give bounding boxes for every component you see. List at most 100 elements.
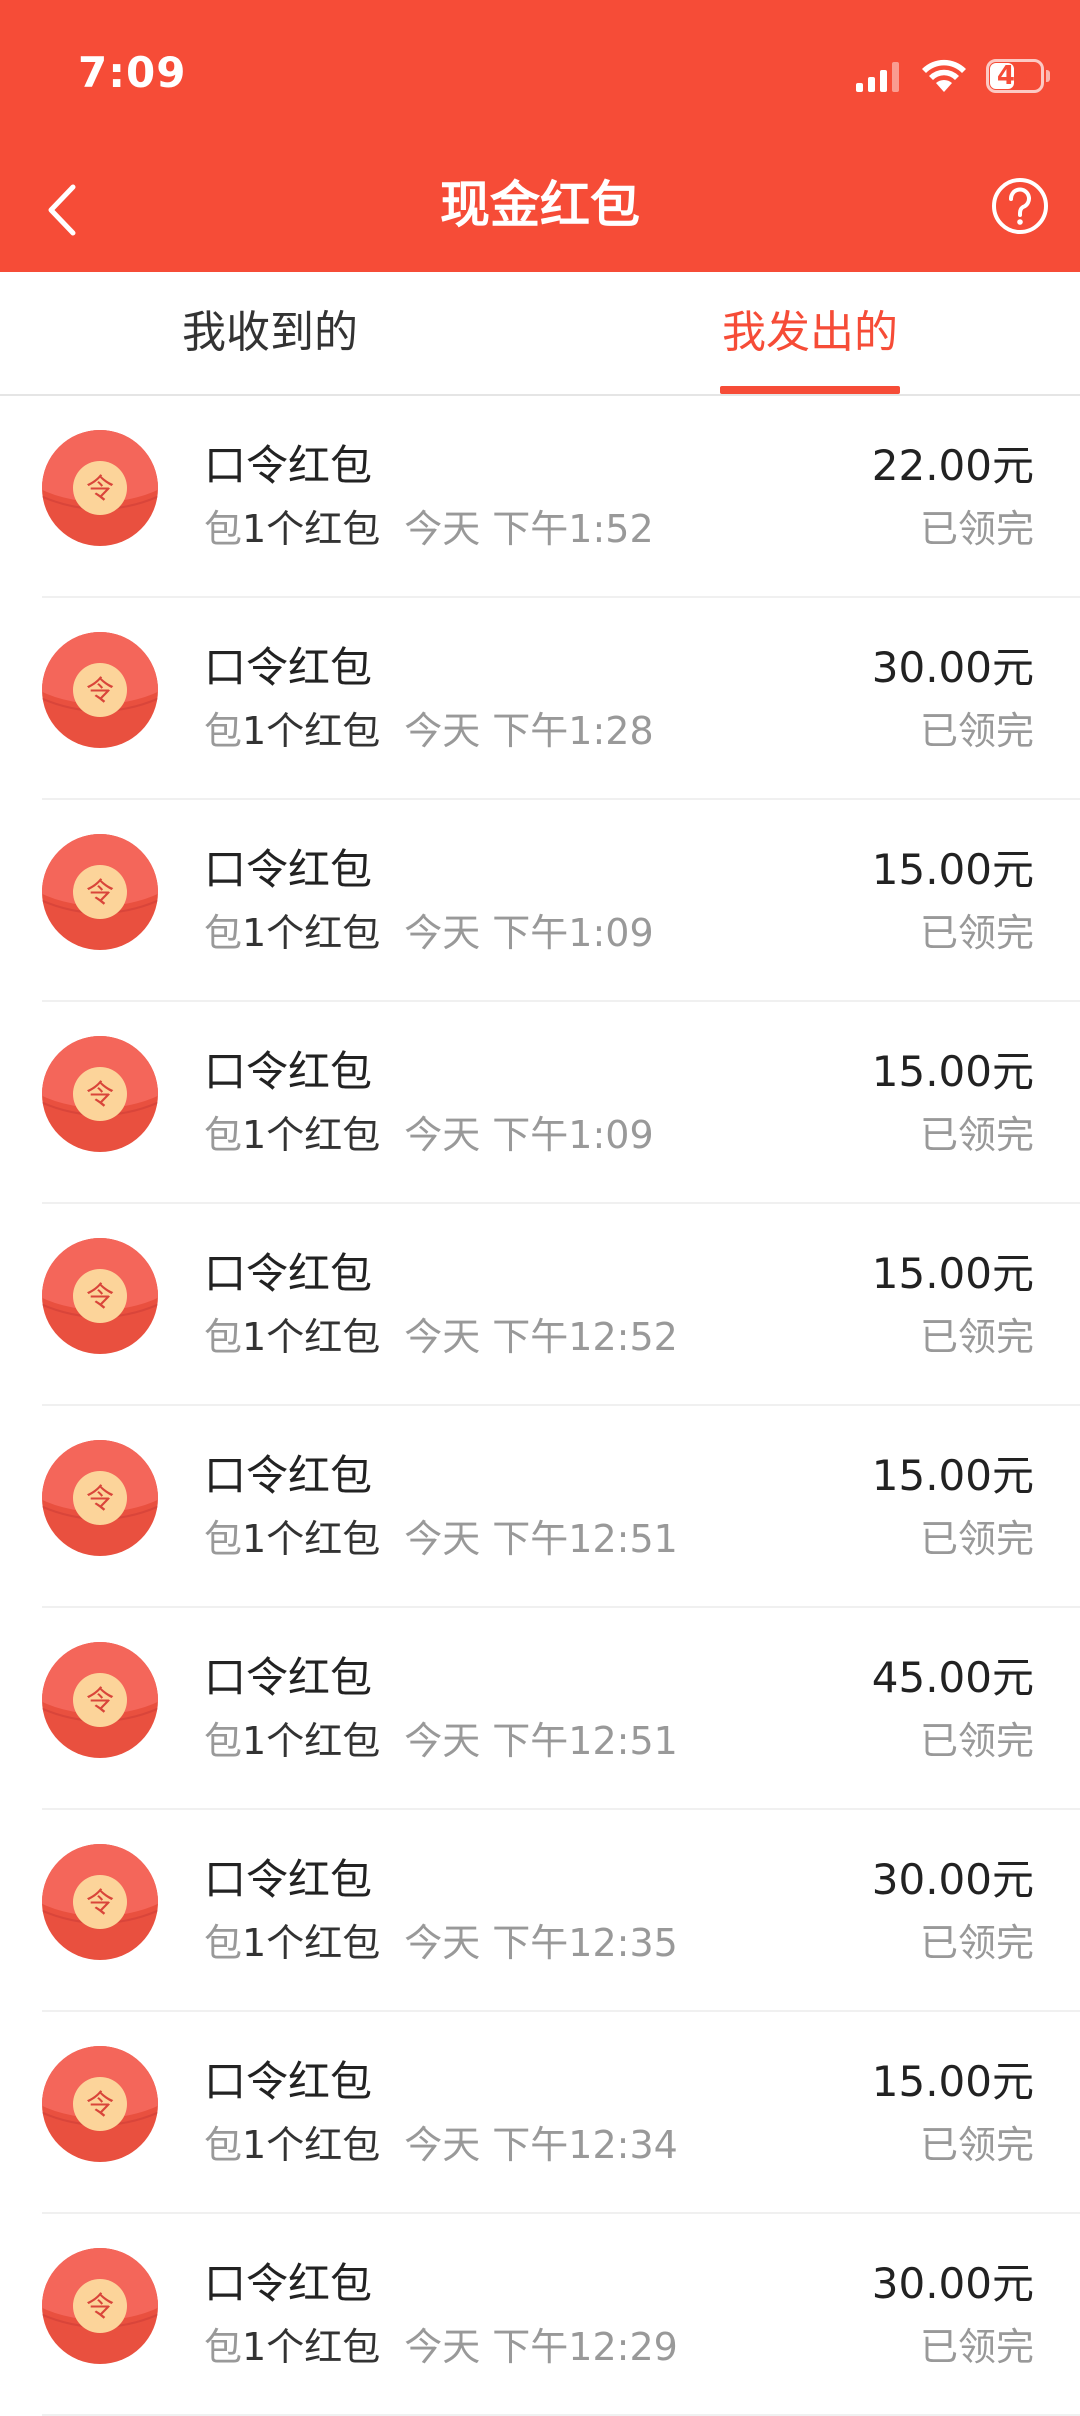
seal-text: 令 — [86, 2088, 114, 2121]
item-subtitle: 包1个红包 今天 下午1:52 — [204, 498, 654, 553]
item-subtitle: 包1个红包 今天 下午12:29 — [204, 2316, 678, 2371]
signal-icon — [856, 62, 899, 92]
item-title: 口令红包 — [204, 643, 373, 692]
item-prefix: 包 — [204, 1921, 243, 1965]
red-envelope-icon: 令 — [42, 1238, 158, 1354]
item-title: 口令红包 — [204, 2259, 373, 2308]
list-item[interactable]: 令 口令红包 包1个红包 今天 下午1:28 30.00元 已领完 — [0, 598, 1080, 800]
status-time: 7:09 — [78, 48, 187, 97]
item-status: 已领完 — [919, 2123, 1034, 2167]
item-subtitle: 包1个红包 今天 下午12:52 — [204, 1306, 678, 1361]
item-time: 今天 下午12:52 — [404, 1315, 678, 1359]
item-title: 口令红包 — [204, 1855, 373, 1904]
item-amount: 30.00元 — [871, 643, 1034, 692]
item-time: 今天 下午1:09 — [404, 911, 654, 955]
red-envelope-icon: 令 — [42, 2046, 158, 2162]
seal-text: 令 — [86, 472, 114, 505]
red-envelope-icon: 令 — [42, 1036, 158, 1152]
item-time: 今天 下午12:34 — [404, 2123, 678, 2167]
item-subtitle: 包1个红包 今天 下午12:35 — [204, 1912, 678, 1967]
red-envelope-icon: 令 — [42, 1844, 158, 1960]
item-status: 已领完 — [919, 1719, 1034, 1763]
red-envelope-icon: 令 — [42, 430, 158, 546]
item-amount: 15.00元 — [871, 2057, 1034, 2106]
tab-received[interactable]: 我收到的 — [0, 272, 540, 394]
item-status: 已领完 — [919, 1921, 1034, 1965]
question-circle-icon — [992, 178, 1048, 234]
list-item[interactable]: 令 口令红包 包1个红包 今天 下午1:09 15.00元 已领完 — [0, 800, 1080, 1002]
list-item[interactable]: 令 口令红包 包1个红包 今天 下午12:35 30.00元 已领完 — [0, 1810, 1080, 2012]
red-envelope-icon: 令 — [42, 1440, 158, 1556]
list-item[interactable]: 令 口令红包 包1个红包 今天 下午12:51 15.00元 已领完 — [0, 1406, 1080, 1608]
list-item[interactable]: 令 口令红包 包1个红包 今天 下午12:29 30.00元 已领完 — [0, 2214, 1080, 2416]
item-status: 已领完 — [919, 1517, 1034, 1561]
item-amount: 15.00元 — [871, 1451, 1034, 1500]
item-prefix: 包 — [204, 2123, 243, 2167]
item-count: 1个红包 — [242, 1517, 381, 1561]
item-prefix: 包 — [204, 1719, 243, 1763]
item-prefix: 包 — [204, 507, 243, 551]
item-title: 口令红包 — [204, 441, 373, 490]
item-amount: 30.00元 — [871, 1855, 1034, 1904]
list-item[interactable]: 令 口令红包 包1个红包 今天 下午1:52 22.00元 已领完 — [0, 396, 1080, 598]
item-time: 今天 下午1:28 — [404, 709, 654, 753]
item-title: 口令红包 — [204, 1047, 373, 1096]
seal-text: 令 — [86, 2290, 114, 2323]
item-count: 1个红包 — [242, 2325, 381, 2369]
red-envelope-icon: 令 — [42, 1642, 158, 1758]
seal-text: 令 — [86, 1280, 114, 1313]
tab-sent[interactable]: 我发出的 — [540, 272, 1080, 394]
item-subtitle: 包1个红包 今天 下午12:34 — [204, 2114, 678, 2169]
item-subtitle: 包1个红包 今天 下午12:51 — [204, 1508, 678, 1563]
wifi-icon — [922, 59, 966, 92]
item-count: 1个红包 — [242, 1921, 381, 1965]
item-time: 今天 下午12:29 — [404, 2325, 678, 2369]
item-count: 1个红包 — [242, 1315, 381, 1359]
item-prefix: 包 — [204, 911, 243, 955]
item-prefix: 包 — [204, 1315, 243, 1359]
seal-text: 令 — [86, 876, 114, 909]
item-amount: 22.00元 — [871, 441, 1034, 490]
status-bar: 7:09 48 — [0, 0, 1080, 150]
tab-indicator — [720, 386, 900, 394]
item-amount: 30.00元 — [871, 2259, 1034, 2308]
item-time: 今天 下午1:09 — [404, 1113, 654, 1157]
item-status: 已领完 — [919, 507, 1034, 551]
item-status: 已领完 — [919, 911, 1034, 955]
red-envelope-icon: 令 — [42, 632, 158, 748]
item-prefix: 包 — [204, 1113, 243, 1157]
item-amount: 15.00元 — [871, 845, 1034, 894]
item-status: 已领完 — [919, 1113, 1034, 1157]
item-count: 1个红包 — [242, 1719, 381, 1763]
header: 7:09 48 现金红包 — [0, 0, 1080, 272]
item-prefix: 包 — [204, 2325, 243, 2369]
item-count: 1个红包 — [242, 911, 381, 955]
item-count: 1个红包 — [242, 507, 381, 551]
list-item[interactable]: 令 口令红包 包1个红包 今天 下午1:09 15.00元 已领完 — [0, 1002, 1080, 1204]
item-title: 口令红包 — [204, 2057, 373, 2106]
back-button[interactable] — [30, 172, 94, 248]
item-title: 口令红包 — [204, 1451, 373, 1500]
item-status: 已领完 — [919, 2325, 1034, 2369]
item-subtitle: 包1个红包 今天 下午1:28 — [204, 700, 654, 755]
item-amount: 15.00元 — [871, 1249, 1034, 1298]
item-subtitle: 包1个红包 今天 下午1:09 — [204, 1104, 654, 1159]
item-prefix: 包 — [204, 1517, 243, 1561]
item-amount: 15.00元 — [871, 1047, 1034, 1096]
item-subtitle: 包1个红包 今天 下午12:51 — [204, 1710, 678, 1765]
item-count: 1个红包 — [242, 709, 381, 753]
item-time: 今天 下午12:35 — [404, 1921, 678, 1965]
seal-text: 令 — [86, 1078, 114, 1111]
item-title: 口令红包 — [204, 1653, 373, 1702]
help-button[interactable] — [988, 174, 1052, 238]
list-item[interactable]: 令 口令红包 包1个红包 今天 下午12:34 15.00元 已领完 — [0, 2012, 1080, 2214]
battery-level: 48 — [996, 61, 1034, 91]
list-item[interactable]: 令 口令红包 包1个红包 今天 下午12:52 15.00元 已领完 — [0, 1204, 1080, 1406]
item-status: 已领完 — [919, 709, 1034, 753]
seal-text: 令 — [86, 1886, 114, 1919]
item-count: 1个红包 — [242, 2123, 381, 2167]
red-envelope-icon: 令 — [42, 2248, 158, 2364]
list-item[interactable]: 令 口令红包 包1个红包 今天 下午12:51 45.00元 已领完 — [0, 1608, 1080, 1810]
item-subtitle: 包1个红包 今天 下午1:09 — [204, 902, 654, 957]
seal-text: 令 — [86, 1482, 114, 1515]
